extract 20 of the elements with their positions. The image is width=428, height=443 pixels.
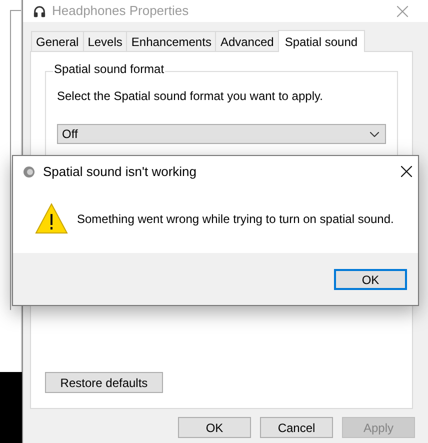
warning-icon: [35, 203, 68, 234]
format-dropdown[interactable]: Off: [57, 124, 386, 144]
tab[interactable]: General: [31, 31, 83, 51]
error-message: Something went wrong while trying to turn on spatial sound.: [77, 210, 394, 228]
speaker-icon: [23, 166, 35, 178]
tab[interactable]: Enhancements: [126, 31, 216, 51]
window-title: Headphones Properties: [52, 2, 189, 20]
close-icon[interactable]: [401, 166, 412, 177]
group-title: Spatial sound format: [53, 63, 166, 75]
description-text: Select the Spatial sound format you want to apply.: [57, 88, 324, 105]
headphones-icon: [33, 4, 46, 18]
restore-defaults-button[interactable]: Restore defaults: [45, 372, 163, 393]
dialog-button[interactable]: OK: [178, 417, 251, 438]
tab[interactable]: Levels: [82, 31, 126, 51]
tab[interactable]: Spatial sound: [278, 30, 365, 52]
dialog-button[interactable]: Cancel: [260, 417, 333, 438]
ok-button[interactable]: OK: [334, 268, 407, 290]
tab[interactable]: Advanced: [215, 31, 278, 51]
chevron-down-icon: [370, 132, 379, 136]
dialog-title: Spatial sound isn't working: [43, 162, 197, 181]
